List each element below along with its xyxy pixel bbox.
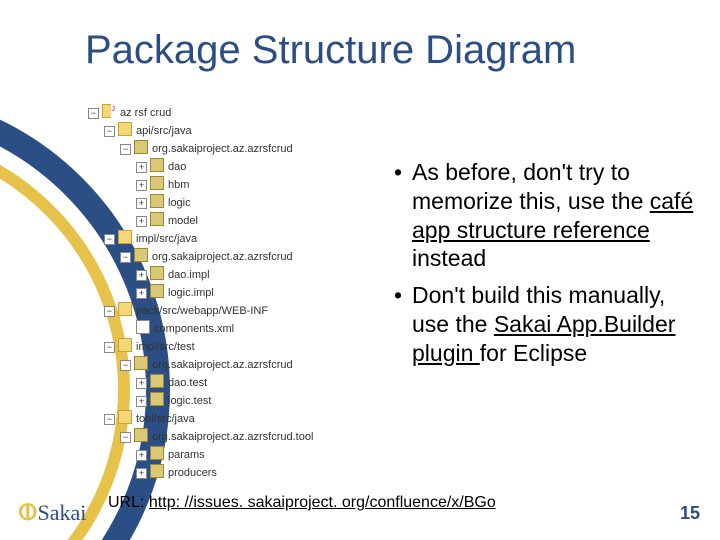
page-number: 15: [680, 503, 700, 524]
url-line: URL: http: //issues. sakaiproject. org/c…: [108, 494, 496, 512]
package-icon: [150, 212, 164, 226]
tree-row: − az rsf crud: [88, 104, 368, 122]
package-icon: [134, 356, 148, 370]
package-icon: [134, 248, 148, 262]
package-icon: [150, 374, 164, 388]
package-icon: [150, 392, 164, 406]
src-folder-icon: [118, 410, 132, 424]
src-folder-icon: [118, 302, 132, 316]
package-icon: [150, 176, 164, 190]
src-folder-icon: [118, 122, 132, 136]
collapse-icon: −: [88, 108, 99, 119]
bullet-text: As before, don't try to memorize this, u…: [412, 159, 650, 214]
project-icon: [102, 104, 116, 118]
package-icon: [150, 446, 164, 460]
package-icon: [150, 284, 164, 298]
bullet-1: As before, don't try to memorize this, u…: [394, 158, 694, 273]
src-folder-icon: [118, 338, 132, 352]
bullet-text: for Eclipse: [480, 340, 587, 366]
package-icon: [150, 464, 164, 478]
package-icon: [150, 194, 164, 208]
package-icon: [150, 266, 164, 280]
bullet-text: instead: [412, 245, 486, 271]
logo-text: Sakai: [38, 500, 87, 525]
sakai-logo: ⵀSakai: [18, 500, 86, 526]
slide-title: Package Structure Diagram: [85, 28, 576, 73]
package-icon: [134, 140, 148, 154]
bullet-list: As before, don't try to memorize this, u…: [394, 158, 694, 375]
package-icon: [134, 428, 148, 442]
package-icon: [150, 158, 164, 172]
xml-file-icon: [136, 320, 150, 334]
package-tree: −az rsf crud −api/src/java −org.sakaipro…: [88, 104, 368, 482]
src-folder-icon: [118, 230, 132, 244]
logo-icon: ⵀ: [18, 500, 38, 525]
tree-label: az rsf crud: [120, 107, 171, 119]
reference-url[interactable]: http: //issues. sakaiproject. org/conflu…: [149, 494, 496, 511]
bullet-2: Don't build this manually, use the Sakai…: [394, 281, 694, 367]
url-label: URL:: [108, 494, 149, 511]
